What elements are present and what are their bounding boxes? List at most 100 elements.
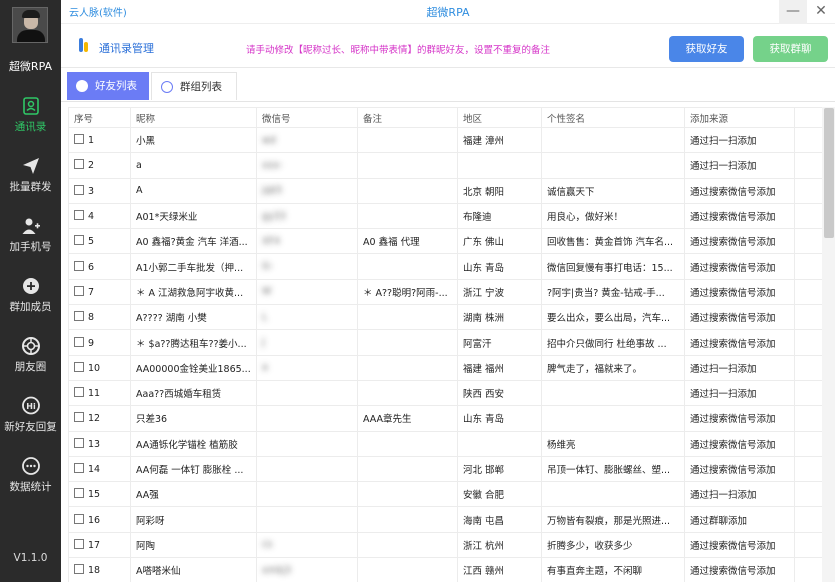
table-row[interactable]: 14 AA何磊 一体钉 膨胀栓 ... 河北 邯郸 吊顶一体钉、膨胀螺丝、塑... 通过… bbox=[68, 455, 822, 483]
close-button[interactable]: ✕ bbox=[807, 0, 835, 24]
column-header[interactable]: 地区 bbox=[457, 107, 542, 128]
region-cell: 布隆迪 bbox=[457, 202, 542, 230]
wechat-id-cell: cs bbox=[256, 531, 358, 559]
sidebar-item-label: 数据统计 bbox=[9, 481, 52, 493]
row-index-cell: 13 bbox=[68, 430, 131, 457]
table-row[interactable]: 6 A1小郭二手车批发（押... G- 山东 青岛 微信回复慢有事打电话：15... 通过… bbox=[68, 253, 822, 280]
sidebar-item-statistics[interactable]: 数据统计 bbox=[0, 456, 61, 512]
signature-cell: 诚信赢天下 bbox=[541, 177, 685, 204]
region-cell: 福建 漳州 bbox=[457, 126, 542, 154]
row-checkbox[interactable] bbox=[74, 336, 84, 347]
signature-cell: 有事直奔主题，不闲聊 bbox=[541, 557, 685, 582]
table-row[interactable]: 11 Aaa??西城婚车租赁 陕西 西安 通过扫一扫添加 bbox=[68, 379, 822, 407]
ellipsis-circle-icon bbox=[21, 457, 40, 475]
row-number: 14 bbox=[88, 464, 101, 475]
sidebar-item-moments[interactable]: 朋友圈 bbox=[0, 336, 61, 392]
table-row[interactable]: 12 只差36 AAA章先生 山东 青岛 通过搜索微信号添加 bbox=[68, 405, 822, 432]
row-number: 8 bbox=[88, 312, 95, 324]
signature-cell: 杨维亮 bbox=[541, 430, 685, 457]
wechat-id-cell: gy33 bbox=[256, 202, 358, 230]
table-row[interactable]: 7 ＊ A 江湖救急阿宇收黄... W ＊ A??聪明?阿雨-... 浙江 宁波 ?阿宇|… bbox=[68, 278, 822, 306]
column-header[interactable]: 序号 bbox=[68, 107, 131, 128]
row-index-cell: 16 bbox=[68, 506, 131, 533]
row-checkbox[interactable] bbox=[74, 437, 84, 448]
row-checkbox[interactable] bbox=[74, 235, 84, 246]
row-index-cell: 2 bbox=[68, 152, 131, 179]
remark-cell bbox=[357, 430, 458, 457]
table-row[interactable]: 13 AA通铄化学锚栓 植筋胶 杨维亮 通过搜索微信号添加 bbox=[68, 430, 822, 457]
row-index-cell: 8 bbox=[68, 304, 131, 331]
row-spacer bbox=[794, 177, 822, 204]
row-checkbox[interactable] bbox=[74, 311, 84, 322]
row-number: 3 bbox=[88, 185, 95, 197]
remark-cell bbox=[357, 379, 458, 407]
minimize-button[interactable]: — bbox=[779, 0, 807, 24]
row-checkbox[interactable] bbox=[74, 412, 84, 423]
sidebar-item-contacts[interactable]: 通讯录 bbox=[0, 96, 61, 152]
table-row[interactable]: 8 A???? 湖南 小樊 L 湖南 株洲 要么出众，要么出局，汽车... 通过搜索微信号… bbox=[68, 304, 822, 331]
column-header[interactable]: 添加来源 bbox=[684, 107, 795, 128]
row-number: 7 bbox=[88, 286, 95, 298]
table-row[interactable]: 1 小黑 wd 福建 漳州 通过扫一扫添加 bbox=[68, 126, 822, 154]
title-bar: 云人脉(软件) 超微RPA — ✕ bbox=[61, 0, 835, 24]
remark-cell bbox=[357, 177, 458, 204]
column-header[interactable]: 备注 bbox=[357, 107, 458, 128]
nickname-cell: AA何磊 一体钉 膨胀栓 ... bbox=[130, 455, 257, 483]
row-checkbox[interactable] bbox=[74, 184, 84, 195]
row-checkbox[interactable] bbox=[74, 361, 84, 372]
row-checkbox[interactable] bbox=[74, 210, 84, 221]
column-header[interactable]: 个性签名 bbox=[541, 107, 685, 128]
row-checkbox[interactable] bbox=[74, 488, 84, 499]
scrollbar-thumb[interactable] bbox=[824, 108, 834, 238]
source-cell: 通过搜索微信号添加 bbox=[684, 557, 795, 582]
sidebar-item-new-friend-reply[interactable]: Hi 新好友回复 bbox=[0, 396, 61, 452]
table-row[interactable]: 18 A嗒嗒米仙 xmkj3 江西 赣州 有事直奔主题，不闲聊 通过搜索微信号添加 bbox=[68, 557, 822, 582]
row-checkbox[interactable] bbox=[74, 260, 84, 271]
row-spacer bbox=[794, 506, 822, 533]
row-checkbox[interactable] bbox=[74, 134, 84, 145]
get-groups-button[interactable]: 获取群聊 bbox=[753, 36, 828, 62]
row-checkbox[interactable] bbox=[74, 159, 84, 170]
table-row[interactable]: 9 ＊ $a??腾达租车??姜小... J 阿富汗 招中介只做同行 杜绝事故 ... 通过… bbox=[68, 329, 822, 356]
table-row[interactable]: 15 AA强 安徽 合肥 通过扫一扫添加 bbox=[68, 481, 822, 508]
table-row[interactable]: 17 阿陶 cs 浙江 杭州 折腾多少，收获多少 通过搜索微信号添加 bbox=[68, 531, 822, 559]
wechat-id-cell: XF4 bbox=[256, 228, 358, 255]
window-title: 超微RPA bbox=[426, 6, 470, 19]
region-cell: 海南 屯昌 bbox=[457, 506, 542, 533]
region-cell: 阿富汗 bbox=[457, 329, 542, 356]
table-row[interactable]: 10 AA00000金铨美业1865... a 福建 福州 脾气走了，福就来了。 通过扫一… bbox=[68, 354, 822, 381]
table-row[interactable]: 2 a xxx- 通过扫一扫添加 bbox=[68, 152, 822, 179]
remark-cell bbox=[357, 354, 458, 381]
row-spacer bbox=[794, 304, 822, 331]
row-number: 1 bbox=[88, 135, 95, 147]
sidebar-item-mass-send[interactable]: 批量群发 bbox=[0, 156, 61, 212]
column-header[interactable]: 微信号 bbox=[256, 107, 358, 128]
row-checkbox[interactable] bbox=[74, 387, 84, 398]
add-person-icon bbox=[22, 218, 40, 234]
signature-cell: 吊顶一体钉、膨胀螺丝、塑... bbox=[541, 455, 685, 483]
tab-groups[interactable]: 群组列表 bbox=[151, 72, 237, 100]
table-row[interactable]: 16 阿彩呀 海南 屯昌 万物皆有裂痕，那是光照进... 通过群聊添加 bbox=[68, 506, 822, 533]
column-header[interactable]: 昵称 bbox=[130, 107, 257, 128]
remark-cell bbox=[357, 506, 458, 533]
table-row[interactable]: 3 Ajqk5 北京 朝阳 诚信赢天下 通过搜索微信号添加 bbox=[68, 177, 822, 204]
row-checkbox[interactable] bbox=[74, 513, 84, 524]
tab-friends[interactable]: 好友列表 bbox=[67, 72, 149, 100]
avatar[interactable] bbox=[12, 7, 48, 43]
table-row[interactable]: 5 A0 鑫福?黄金 汽车 洋酒... XF4 A0 鑫福 代理 广东 佛山 回收售售：黄… bbox=[68, 228, 822, 255]
row-checkbox[interactable] bbox=[74, 285, 84, 296]
get-friends-button[interactable]: 获取好友 bbox=[669, 36, 744, 62]
region-cell: 山东 青岛 bbox=[457, 405, 542, 432]
row-spacer bbox=[794, 481, 822, 508]
row-index-cell: 4 bbox=[68, 202, 131, 230]
row-index-cell: 3 bbox=[68, 177, 131, 204]
row-checkbox[interactable] bbox=[74, 463, 84, 473]
row-checkbox[interactable] bbox=[74, 564, 84, 575]
table-row[interactable]: 4 A01*天绿米业 gy33 布隆迪 用良心，做好米！ 通过搜索微信号添加 bbox=[68, 202, 822, 230]
sidebar-item-add-phone[interactable]: 加手机号 bbox=[0, 216, 61, 272]
sidebar-item-group-add-members[interactable]: 群加成员 bbox=[0, 276, 61, 332]
sidebar-item-label: 群加成员 bbox=[9, 301, 52, 313]
row-spacer bbox=[794, 126, 822, 154]
row-checkbox[interactable] bbox=[74, 538, 84, 549]
remark-cell bbox=[357, 202, 458, 230]
